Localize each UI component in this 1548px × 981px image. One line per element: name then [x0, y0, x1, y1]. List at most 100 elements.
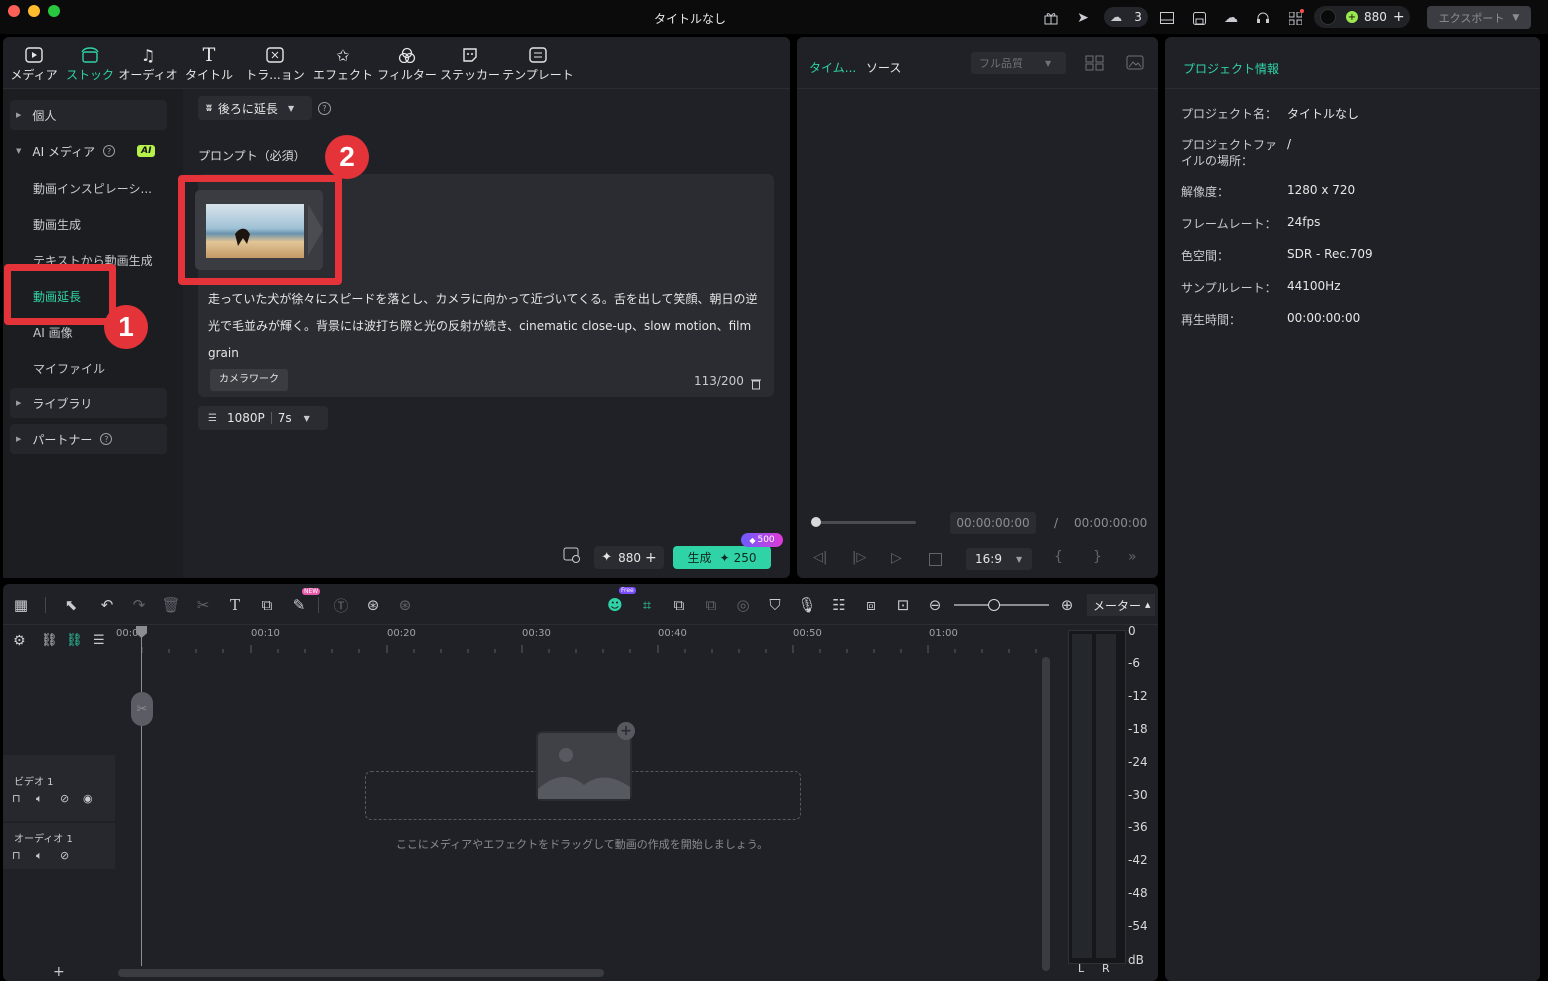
snapshot-icon[interactable]: [1126, 55, 1144, 71]
send-icon[interactable]: ➤: [1074, 9, 1092, 27]
close-window-button[interactable]: [8, 5, 20, 17]
timeline-settings-icon[interactable]: ⚙: [13, 633, 26, 649]
preview-progress-slider[interactable]: [812, 521, 916, 524]
prev-frame-icon[interactable]: ◁|: [813, 550, 827, 565]
track-lock-icon[interactable]: ⊓: [12, 792, 21, 805]
layout-icon[interactable]: [1158, 9, 1176, 27]
cut-icon[interactable]: ✂: [192, 594, 214, 616]
help-icon[interactable]: ?: [100, 433, 113, 445]
maximize-window-button[interactable]: [48, 5, 60, 17]
zoom-out-icon[interactable]: ⊖: [924, 594, 946, 616]
tab-effect[interactable]: ✩ エフェクト: [310, 44, 376, 83]
timeline-horizontal-scrollbar[interactable]: [118, 969, 604, 977]
ai-tool-icon[interactable]: ⊛: [394, 594, 416, 616]
help-icon[interactable]: ?: [318, 102, 331, 115]
ai-search-icon[interactable]: ⊛: [362, 594, 384, 616]
pip-icon[interactable]: ⧈: [860, 594, 882, 616]
track-visibility-icon[interactable]: ◉: [83, 792, 93, 805]
sidebar-item-ai-image[interactable]: AI 画像: [33, 324, 73, 341]
playhead-scissor-handle[interactable]: ✂: [131, 692, 153, 726]
shield-icon[interactable]: ⛉: [764, 594, 786, 616]
tab-title[interactable]: T タイトル: [176, 44, 242, 83]
stop-icon[interactable]: [929, 553, 942, 566]
track-volume-icon[interactable]: 🔈︎: [36, 849, 43, 863]
add-media-icon[interactable]: +: [617, 722, 635, 740]
current-time-field[interactable]: 00:00:00:00: [950, 512, 1036, 534]
camera-work-chip[interactable]: カメラワーク: [210, 369, 288, 391]
generate-button[interactable]: 生成 ✦ 250: [673, 546, 771, 569]
grid-view-icon[interactable]: [1085, 55, 1105, 71]
undo-icon[interactable]: ↶: [96, 594, 118, 616]
track-volume-icon[interactable]: 🔈︎: [36, 792, 43, 806]
tab-source-preview[interactable]: ソース: [866, 59, 901, 76]
audio-mixer-icon[interactable]: ☷: [828, 594, 850, 616]
track-mute-icon[interactable]: ⊘: [60, 792, 69, 805]
tab-timeline-preview[interactable]: タイム...: [809, 59, 856, 76]
generation-settings-dropdown[interactable]: ☰ 1080P 7s ▼: [198, 406, 328, 430]
playhead-line[interactable]: [141, 636, 142, 966]
aspect-ratio-dropdown[interactable]: 16:9 ▼: [966, 548, 1032, 570]
export-button[interactable]: エクスポート ▼: [1427, 6, 1531, 29]
microphone-icon[interactable]: 🎙︎: [796, 594, 818, 616]
save-icon[interactable]: [1190, 9, 1208, 27]
replace-icon[interactable]: ⧉: [668, 594, 690, 616]
tab-stock[interactable]: ストック: [57, 44, 123, 83]
image-edit-icon[interactable]: ⧉: [700, 594, 722, 616]
ai-assist-icon[interactable]: [563, 547, 583, 565]
account-credits-pill[interactable]: + 880 +: [1314, 6, 1410, 28]
tab-filter[interactable]: フィルター: [374, 44, 440, 83]
minimize-window-button[interactable]: [28, 5, 40, 17]
ai-text-icon[interactable]: Ⓣ: [330, 594, 352, 616]
help-icon[interactable]: ?: [103, 145, 116, 157]
sidebar-item-my-files[interactable]: マイファイル: [33, 360, 105, 377]
split-scene-icon[interactable]: ⌗: [636, 594, 658, 616]
select-tool-icon[interactable]: ⬉: [60, 594, 82, 616]
sidebar-item-partner[interactable]: ▶ パートナー ?: [10, 424, 167, 454]
add-credits-icon[interactable]: +: [645, 550, 657, 566]
speed-icon[interactable]: ◎: [732, 594, 754, 616]
delete-icon[interactable]: 🗑︎: [160, 594, 182, 616]
credits-pill[interactable]: ✦ 880 +: [594, 546, 664, 569]
meter-toggle[interactable]: メーター ▲: [1087, 594, 1155, 616]
gift-icon[interactable]: [1042, 9, 1060, 27]
zoom-slider-handle[interactable]: [988, 599, 1000, 611]
mark-in-icon[interactable]: {: [1054, 549, 1063, 565]
unlink-icon[interactable]: ⛓: [41, 633, 58, 648]
track-mute-icon[interactable]: ⊘: [60, 849, 69, 862]
link-icon[interactable]: ⛓: [66, 633, 83, 648]
text-tool-icon[interactable]: T: [224, 594, 246, 616]
add-track-icon[interactable]: +: [53, 964, 65, 980]
preview-progress-handle[interactable]: [811, 517, 821, 527]
sidebar-item-library[interactable]: ▶ ライブラリ: [10, 388, 167, 418]
tab-transition[interactable]: トラ...ョン: [242, 44, 308, 83]
sidebar-item-ai-media[interactable]: ▼ AI メディア ? AI: [10, 136, 167, 166]
quality-dropdown[interactable]: フル品質 ▼: [971, 52, 1066, 74]
tab-sticker[interactable]: ステッカー: [437, 44, 503, 83]
track-manager-icon[interactable]: ☰: [93, 633, 105, 648]
tab-audio[interactable]: ♫ オーディオ: [115, 44, 181, 83]
zoom-in-icon[interactable]: ⊕: [1056, 594, 1078, 616]
track-lock-icon[interactable]: ⊓: [12, 849, 21, 862]
add-credits-icon[interactable]: +: [1393, 9, 1405, 25]
sidebar-item-video-generation[interactable]: 動画生成: [33, 216, 81, 233]
prompt-text[interactable]: 走っていた犬が徐々にスピードを落とし、カメラに向かって近づいてくる。舌を出して笑…: [208, 286, 768, 367]
headset-icon[interactable]: [1254, 9, 1272, 27]
cloud-upload-icon[interactable]: ☁: [1222, 9, 1240, 27]
ai-mascot-icon[interactable]: ☻: [604, 594, 626, 616]
timeline-vertical-scrollbar[interactable]: [1042, 657, 1050, 971]
panel-layout-icon[interactable]: ▦: [10, 594, 32, 616]
tab-template[interactable]: テンプレート: [500, 44, 576, 83]
notifications-button[interactable]: ☁ 3: [1104, 7, 1148, 27]
apps-grid-icon[interactable]: [1286, 9, 1304, 27]
sidebar-item-video-inspiration[interactable]: 動画インスピレーシ...: [33, 180, 152, 197]
pen-tool-icon[interactable]: ✎: [288, 594, 310, 616]
play-icon[interactable]: ▷: [891, 550, 902, 566]
fit-icon[interactable]: ⊡: [892, 594, 914, 616]
play-from-icon[interactable]: |▷: [852, 550, 866, 565]
mark-out-icon[interactable]: }: [1093, 549, 1102, 565]
shape-tool-icon[interactable]: ⧉: [256, 594, 278, 616]
zoom-slider[interactable]: [954, 604, 1049, 606]
trash-icon[interactable]: [751, 375, 761, 390]
extend-mode-dropdown[interactable]: ʬ 後ろに延長 ▼: [198, 96, 312, 120]
redo-icon[interactable]: ↷: [128, 594, 150, 616]
